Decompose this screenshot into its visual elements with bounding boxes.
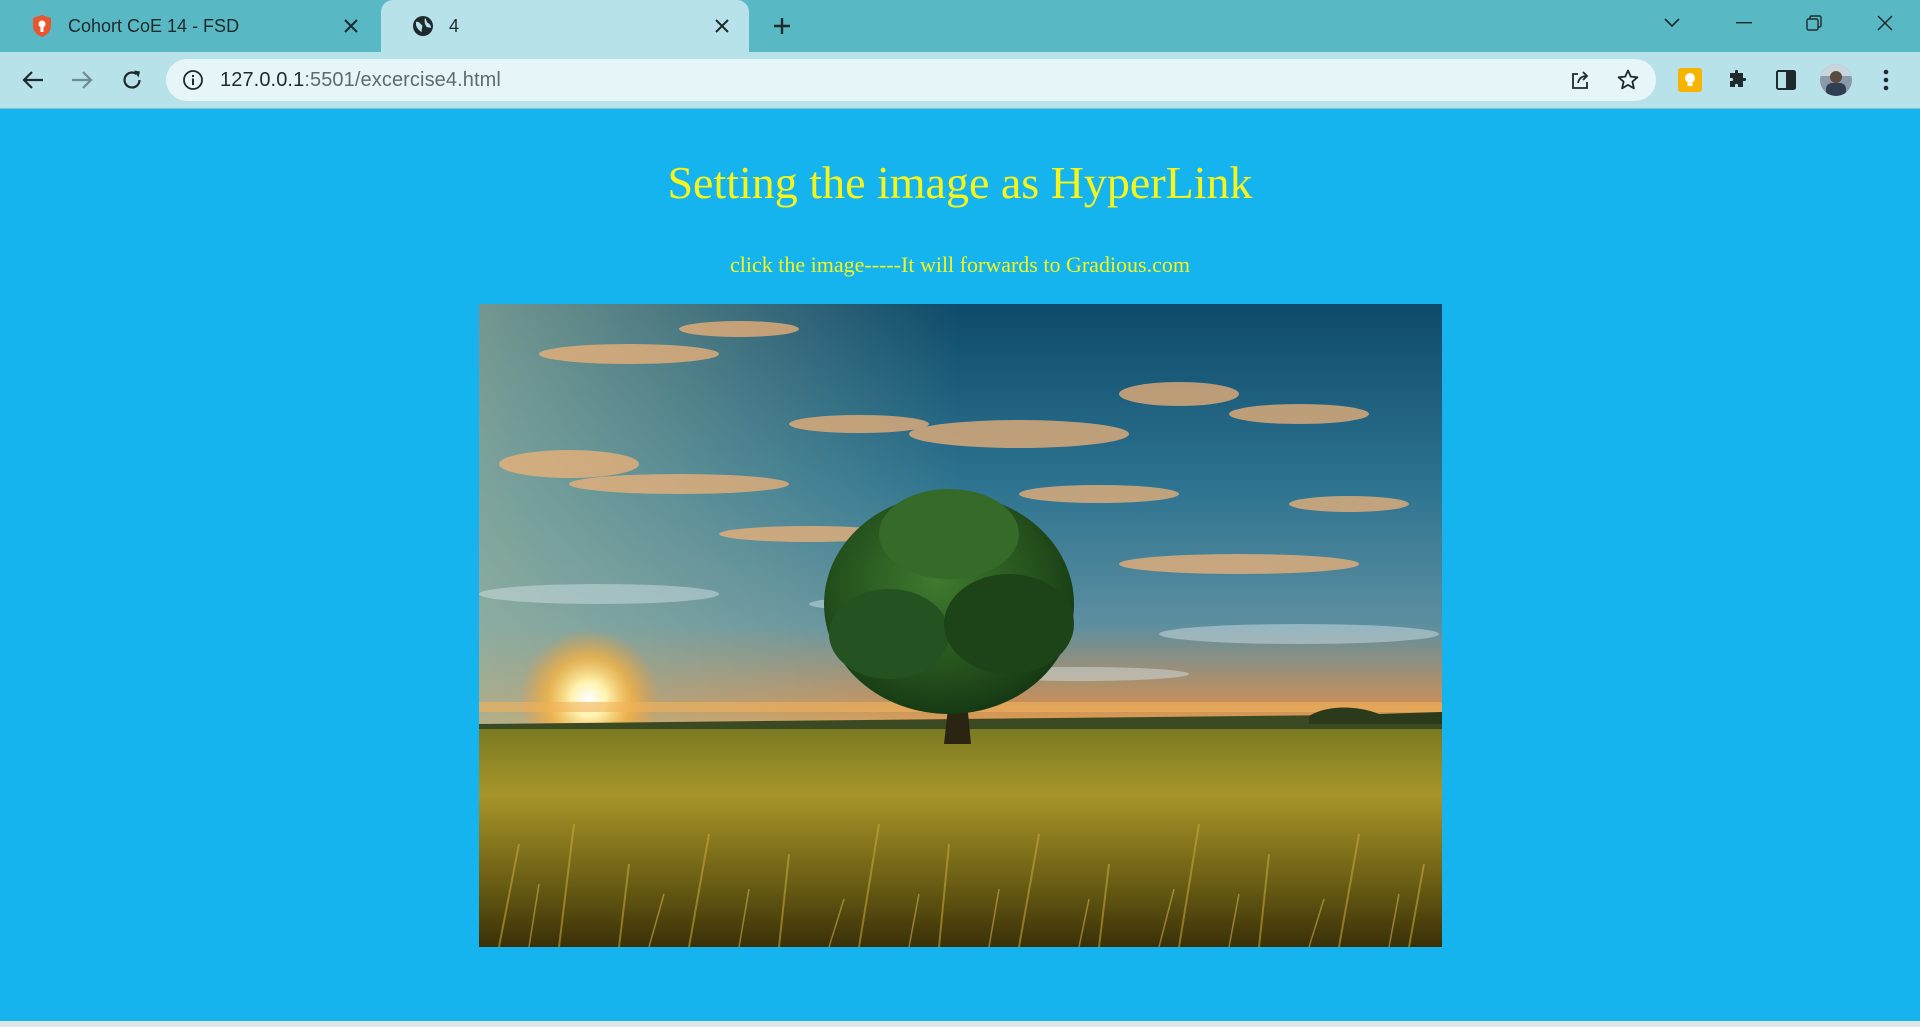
share-icon[interactable]	[1559, 59, 1601, 101]
chevron-down-icon	[1664, 18, 1680, 28]
side-panel-icon[interactable]	[1768, 62, 1804, 98]
menu-kebab-icon[interactable]	[1868, 62, 1904, 98]
image-hyperlink[interactable]	[479, 304, 1442, 947]
info-icon[interactable]	[166, 59, 220, 101]
sunset-field-tree-image	[479, 304, 1442, 947]
arrow-right-icon	[72, 71, 93, 89]
arrow-left-icon	[22, 71, 43, 89]
close-tab-icon[interactable]	[336, 11, 366, 41]
tab-active-4[interactable]: 4	[381, 0, 749, 52]
new-tab-button[interactable]	[764, 11, 800, 41]
tab-title: Cohort CoE 14 - FSD	[68, 15, 240, 36]
page-caption: click the image-----It will forwards to …	[729, 252, 1190, 277]
keep-extension-icon[interactable]	[1672, 62, 1708, 98]
tab-title: 4	[449, 15, 460, 36]
tab-cohort[interactable]: Cohort CoE 14 - FSD	[0, 0, 378, 52]
page-heading: Setting the image as HyperLink	[667, 157, 1253, 208]
minimize-icon	[1736, 22, 1752, 24]
profile-avatar[interactable]	[1818, 62, 1854, 98]
url-path: :5501/excercise4.html	[304, 68, 501, 91]
plus-icon	[774, 18, 790, 34]
bottom-edge	[0, 1021, 1920, 1027]
close-window-button[interactable]	[1855, 0, 1915, 46]
close-tab-icon[interactable]	[707, 11, 737, 41]
reload-button[interactable]	[112, 60, 152, 100]
close-icon	[1877, 15, 1893, 31]
page-content: Setting the image as HyperLink click the…	[0, 109, 1920, 1021]
browser-toolbar: 127.0.0.1:5501/excercise4.html	[0, 52, 1920, 108]
globe-icon	[411, 14, 435, 38]
tab-search-button[interactable]	[1642, 0, 1702, 46]
url-text: 127.0.0.1:5501/excercise4.html	[220, 69, 501, 92]
reload-icon	[123, 70, 141, 89]
minimize-button[interactable]	[1714, 0, 1774, 46]
back-button[interactable]	[13, 60, 53, 100]
restore-icon	[1806, 15, 1822, 31]
tab-strip: Cohort CoE 14 - FSD 4	[0, 0, 1920, 52]
forward-button[interactable]	[62, 60, 102, 100]
address-bar[interactable]: 127.0.0.1:5501/excercise4.html	[166, 59, 1656, 101]
restore-button[interactable]	[1784, 0, 1844, 46]
url-host: 127.0.0.1	[220, 68, 305, 91]
extensions-puzzle-icon[interactable]	[1720, 62, 1756, 98]
shield-favicon-icon	[30, 14, 54, 38]
bookmark-star-icon[interactable]	[1607, 59, 1649, 101]
